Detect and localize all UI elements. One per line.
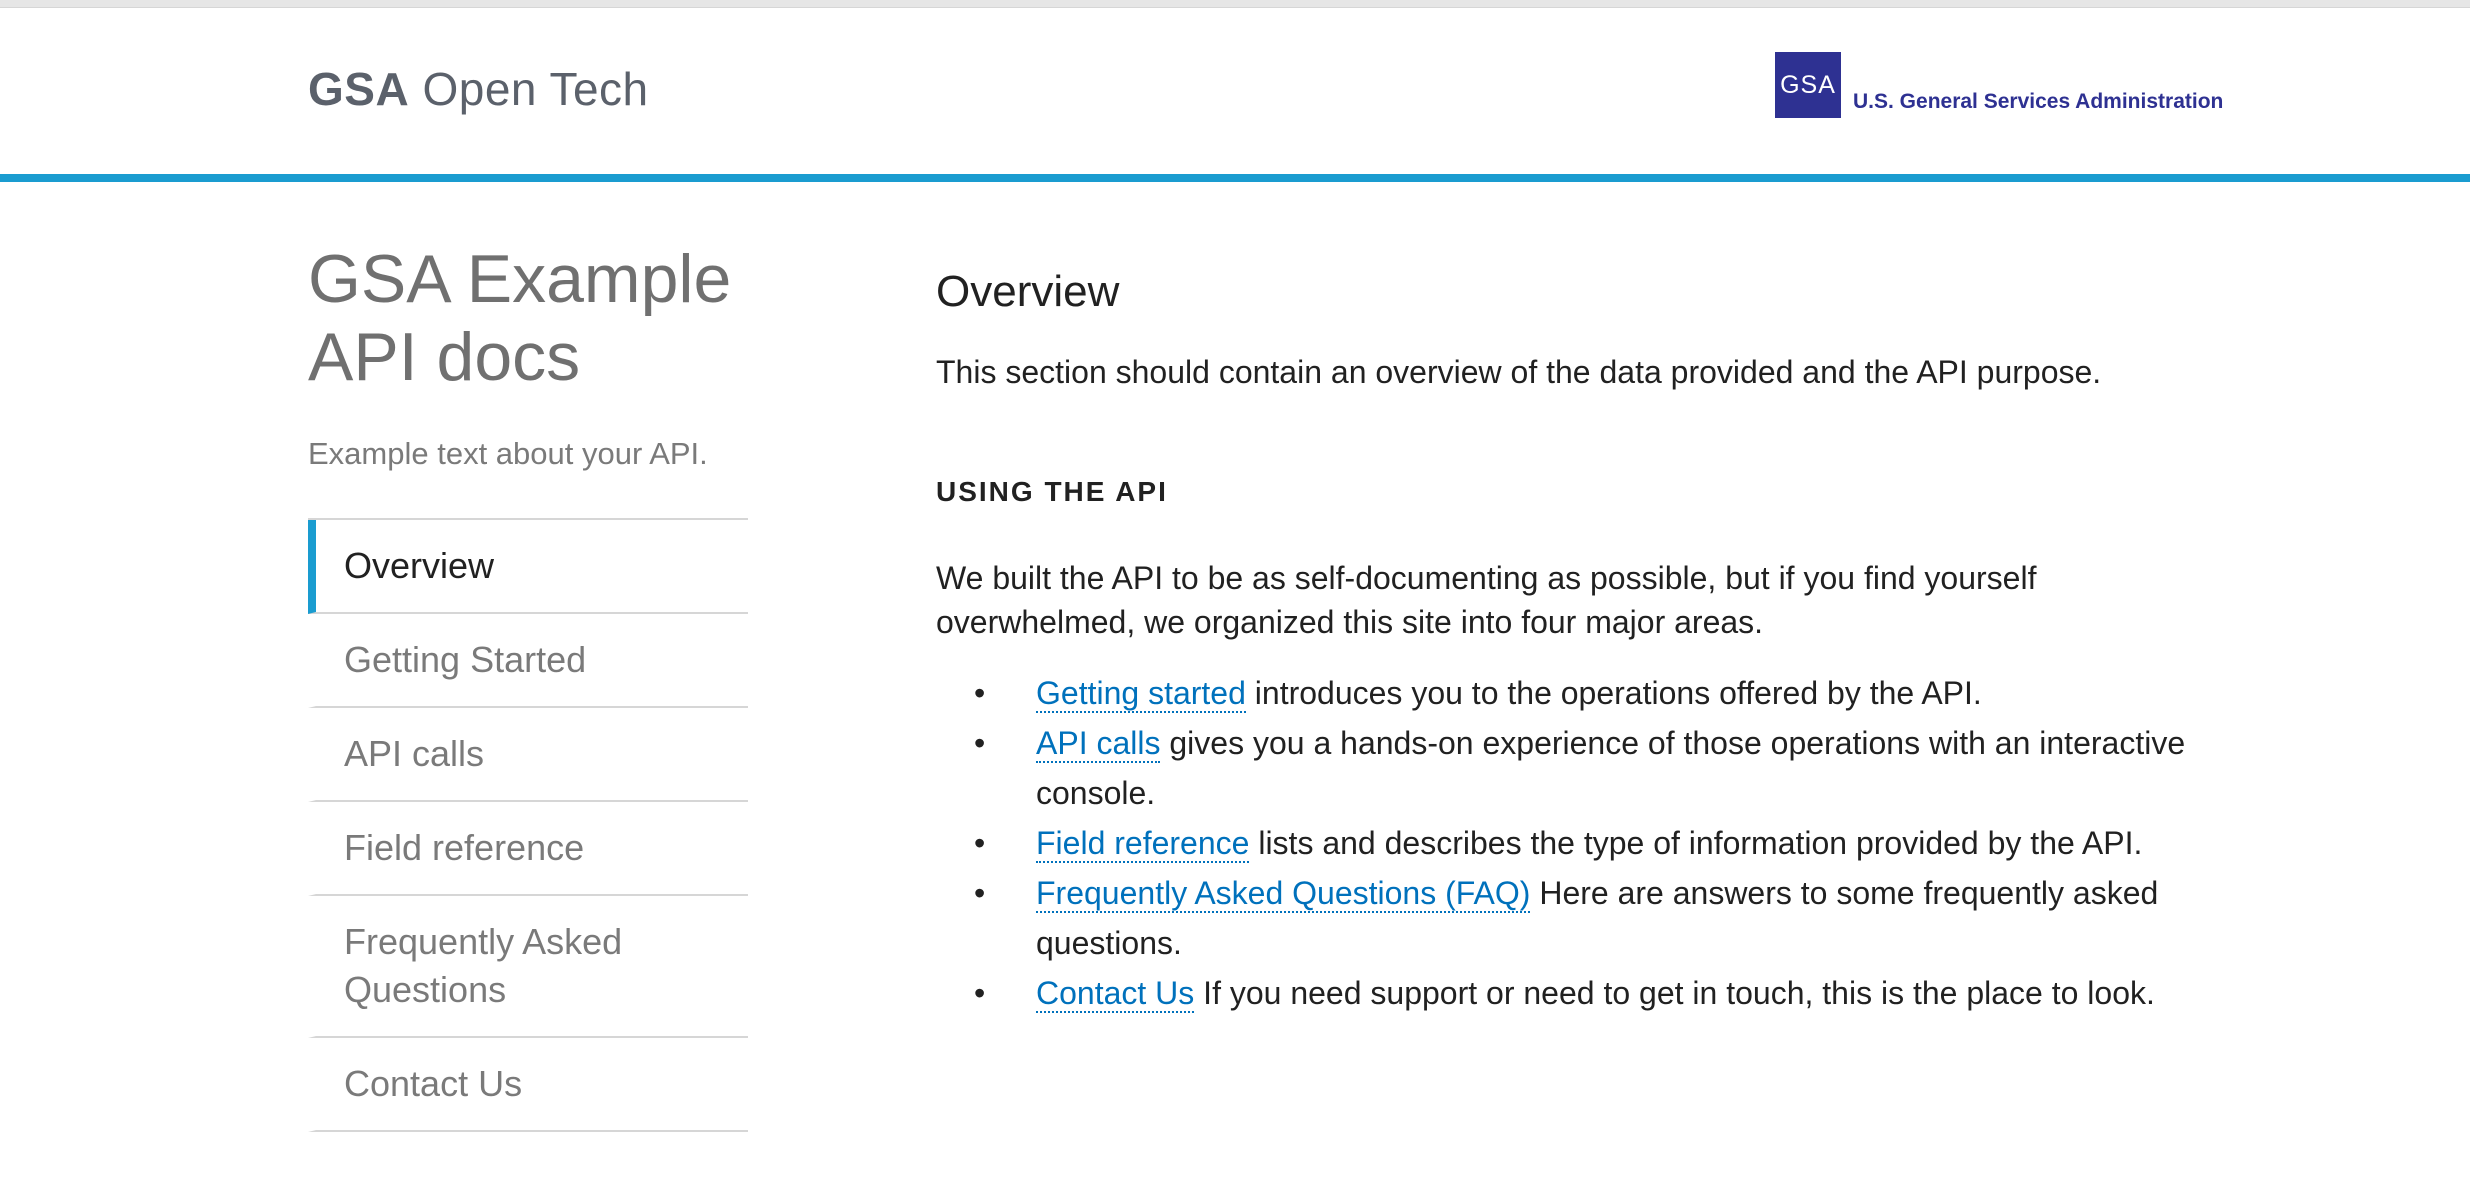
link-getting-started[interactable]: Getting started (1036, 675, 1246, 713)
site-title-line-2: API docs (308, 319, 581, 395)
browser-top-edge (0, 0, 2470, 8)
site-brand-link[interactable]: GSA Open Tech (308, 62, 649, 116)
sidebar: GSA Example API docs Example text about … (308, 240, 748, 1132)
bullet-icon: • (974, 675, 986, 711)
site-title-line-1: GSA Example (308, 241, 732, 317)
link-faq[interactable]: Frequently Asked Questions (FAQ) (1036, 875, 1531, 913)
areas-list: • Getting started introduces you to the o… (936, 668, 2196, 1018)
header-accent-bar (0, 174, 2470, 182)
site-title: GSA Example API docs (308, 240, 748, 396)
gsa-logo-mark: GSA (1775, 52, 1841, 118)
intro-paragraph: We built the API to be as self-documenti… (936, 560, 2037, 640)
gsa-logo[interactable]: GSA U.S. General Services Administration (1775, 52, 2223, 118)
sidebar-nav: Overview Getting Started API calls Field… (308, 518, 748, 1132)
site-header: GSA Open Tech GSA U.S. General Services … (0, 8, 2470, 174)
brand-strong-text: GSA (308, 63, 410, 115)
sidebar-item-field-reference[interactable]: Field reference (308, 802, 748, 896)
sidebar-item-contact-us[interactable]: Contact Us (308, 1038, 748, 1132)
gsa-logo-name: U.S. General Services Administration (1853, 90, 2224, 113)
brand-light-text: Open Tech (422, 63, 649, 115)
sidebar-item-getting-started[interactable]: Getting Started (308, 614, 748, 708)
site-description: Example text about your API. (308, 436, 708, 471)
list-item-text: lists and describes the type of informat… (1249, 825, 2143, 861)
list-item-text: If you need support or need to get in to… (1194, 975, 2155, 1011)
section-heading: USING THE API (936, 476, 1168, 507)
list-item: • Getting started introduces you to the o… (974, 668, 2196, 718)
bullet-icon: • (974, 825, 986, 861)
link-contact-us[interactable]: Contact Us (1036, 975, 1195, 1013)
list-item: • Contact Us If you need support or need … (974, 968, 2196, 1018)
bullet-icon: • (974, 725, 986, 761)
list-item: • API calls gives you a hands-on experien… (974, 718, 2196, 818)
sidebar-item-api-calls[interactable]: API calls (308, 708, 748, 802)
bullet-icon: • (974, 975, 986, 1011)
link-field-reference[interactable]: Field reference (1036, 825, 1250, 863)
link-api-calls[interactable]: API calls (1036, 725, 1161, 763)
main-content: Overview This section should contain an … (936, 262, 2196, 1018)
list-item: • Field reference lists and describes the… (974, 818, 2196, 868)
list-item-text: gives you a hands-on experience of those… (1036, 725, 2186, 811)
bullet-icon: • (974, 875, 986, 911)
overview-paragraph: This section should contain an overview … (936, 354, 2102, 390)
sidebar-item-overview[interactable]: Overview (308, 520, 748, 614)
page-title: Overview (936, 267, 1120, 316)
list-item: • Frequently Asked Questions (FAQ) Here a… (974, 868, 2196, 968)
sidebar-item-faq[interactable]: Frequently Asked Questions (308, 896, 748, 1038)
list-item-text: introduces you to the operations offered… (1245, 675, 1982, 711)
